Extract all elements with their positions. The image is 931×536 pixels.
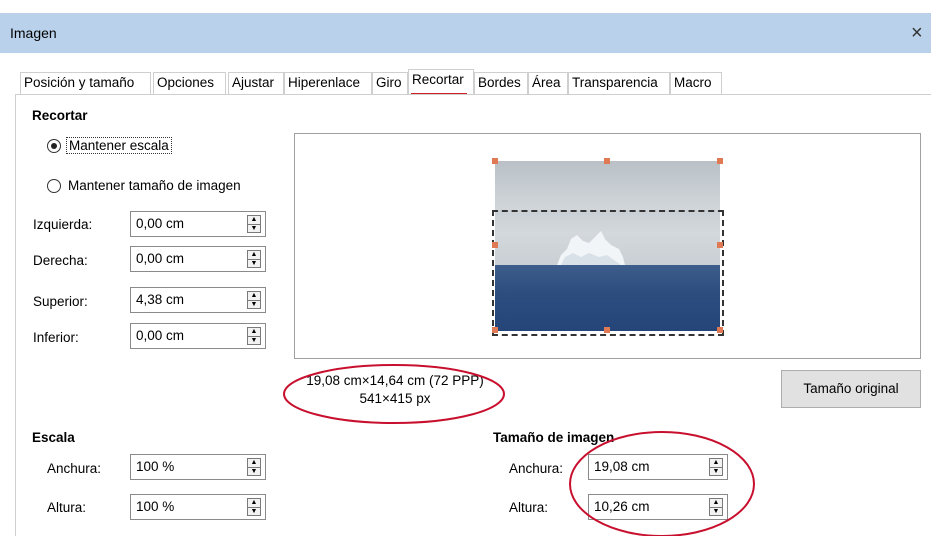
spin-up-icon[interactable]: ▲ [248, 499, 260, 507]
title-bar [0, 0, 931, 60]
spin-up-icon[interactable]: ▲ [248, 251, 260, 259]
left-label: Izquierda: [33, 217, 93, 232]
close-icon[interactable]: × [911, 20, 931, 46]
top-label: Superior: [33, 294, 88, 309]
spin-down-icon[interactable]: ▼ [710, 507, 722, 515]
bottom-value[interactable]: 0,00 cm [136, 328, 184, 343]
bottom-spin-buttons[interactable]: ▲ ▼ [247, 327, 261, 345]
spin-up-icon[interactable]: ▲ [710, 459, 722, 467]
spin-up-icon[interactable]: ▲ [710, 499, 722, 507]
bottom-label: Inferior: [33, 330, 79, 345]
image-width-value[interactable]: 19,08 cm [594, 459, 650, 474]
image-width-spinbox[interactable]: 19,08 cm ▲ ▼ [588, 454, 728, 480]
image-size-cm: 19,08 cm×14,64 cm (72 PPP) [306, 373, 484, 388]
bottom-spinbox[interactable]: 0,00 cm ▲ ▼ [130, 323, 266, 349]
crop-section-title: Recortar [32, 108, 88, 123]
spin-up-icon[interactable]: ▲ [248, 459, 260, 467]
tab-bar: Posición y tamaño Opciones Ajustar Hiper… [0, 62, 931, 96]
title-bar-band [0, 13, 931, 53]
image-size-section-title: Tamaño de imagen [493, 430, 615, 445]
crop-handle-right[interactable] [717, 242, 723, 248]
tab-hyperlink[interactable]: Hiperenlace [284, 72, 372, 94]
tab-crop[interactable]: Recortar [408, 69, 474, 95]
crop-handle-bottom-left[interactable] [492, 327, 498, 333]
image-height-value[interactable]: 10,26 cm [594, 499, 650, 514]
crop-handle-bottom[interactable] [604, 327, 610, 333]
top-spin-buttons[interactable]: ▲ ▼ [247, 291, 261, 309]
scale-width-spin-buttons[interactable]: ▲ ▼ [247, 458, 261, 476]
crop-frame[interactable] [492, 210, 724, 336]
top-value[interactable]: 4,38 cm [136, 292, 184, 307]
tab-position-size[interactable]: Posición y tamaño [20, 72, 151, 94]
radio-selected-dot [51, 143, 57, 149]
spin-down-icon[interactable]: ▼ [710, 467, 722, 475]
original-size-button[interactable]: Tamaño original [781, 370, 921, 408]
image-size-px: 541×415 px [359, 391, 431, 406]
tab-options[interactable]: Opciones [153, 72, 226, 94]
tab-transparency[interactable]: Transparencia [568, 72, 670, 94]
image-height-spin-buttons[interactable]: ▲ ▼ [709, 498, 723, 516]
tab-rotation[interactable]: Giro [372, 72, 408, 94]
image-width-label: Anchura: [509, 461, 564, 476]
scale-width-value[interactable]: 100 % [136, 459, 174, 474]
tab-area[interactable]: Área [528, 72, 568, 94]
scale-height-value[interactable]: 100 % [136, 499, 174, 514]
crop-handle-top-right[interactable] [717, 158, 723, 164]
tab-borders[interactable]: Bordes [474, 72, 528, 94]
image-size-info: 19,08 cm×14,64 cm (72 PPP) 541×415 px [290, 372, 500, 408]
keep-size-label[interactable]: Mantener tamaño de imagen [68, 178, 241, 193]
keep-scale-radio[interactable] [47, 139, 61, 153]
top-spinbox[interactable]: 4,38 cm ▲ ▼ [130, 287, 266, 313]
keep-scale-label[interactable]: Mantener escala [66, 137, 172, 154]
right-value[interactable]: 0,00 cm [136, 251, 184, 266]
crop-handle-top[interactable] [604, 158, 610, 164]
right-spinbox[interactable]: 0,00 cm ▲ ▼ [130, 246, 266, 272]
keep-size-radio[interactable] [47, 179, 61, 193]
spin-up-icon[interactable]: ▲ [248, 292, 260, 300]
spin-down-icon[interactable]: ▼ [248, 300, 260, 308]
right-spin-buttons[interactable]: ▲ ▼ [247, 250, 261, 268]
crop-handle-left[interactable] [492, 242, 498, 248]
scale-section-title: Escala [32, 430, 75, 445]
left-spin-buttons[interactable]: ▲ ▼ [247, 215, 261, 233]
scale-width-spinbox[interactable]: 100 % ▲ ▼ [130, 454, 266, 480]
tab-adjust[interactable]: Ajustar [228, 72, 284, 94]
spin-down-icon[interactable]: ▼ [248, 336, 260, 344]
tab-macro[interactable]: Macro [670, 72, 722, 94]
spin-down-icon[interactable]: ▼ [248, 224, 260, 232]
window-title: Imagen [10, 25, 57, 41]
spin-up-icon[interactable]: ▲ [248, 216, 260, 224]
left-value[interactable]: 0,00 cm [136, 216, 184, 231]
scale-width-label: Anchura: [47, 461, 102, 476]
spin-down-icon[interactable]: ▼ [248, 467, 260, 475]
right-label: Derecha: [33, 253, 88, 268]
scale-height-spinbox[interactable]: 100 % ▲ ▼ [130, 494, 266, 520]
spin-up-icon[interactable]: ▲ [248, 328, 260, 336]
left-spinbox[interactable]: 0,00 cm ▲ ▼ [130, 211, 266, 237]
spin-down-icon[interactable]: ▼ [248, 507, 260, 515]
scale-height-spin-buttons[interactable]: ▲ ▼ [247, 498, 261, 516]
spin-down-icon[interactable]: ▼ [248, 259, 260, 267]
crop-handle-bottom-right[interactable] [717, 327, 723, 333]
cropped-area-shade [495, 161, 720, 210]
image-height-spinbox[interactable]: 10,26 cm ▲ ▼ [588, 494, 728, 520]
crop-handle-top-left[interactable] [492, 158, 498, 164]
scale-height-label: Altura: [47, 500, 87, 515]
image-width-spin-buttons[interactable]: ▲ ▼ [709, 458, 723, 476]
image-height-label: Altura: [509, 500, 549, 515]
